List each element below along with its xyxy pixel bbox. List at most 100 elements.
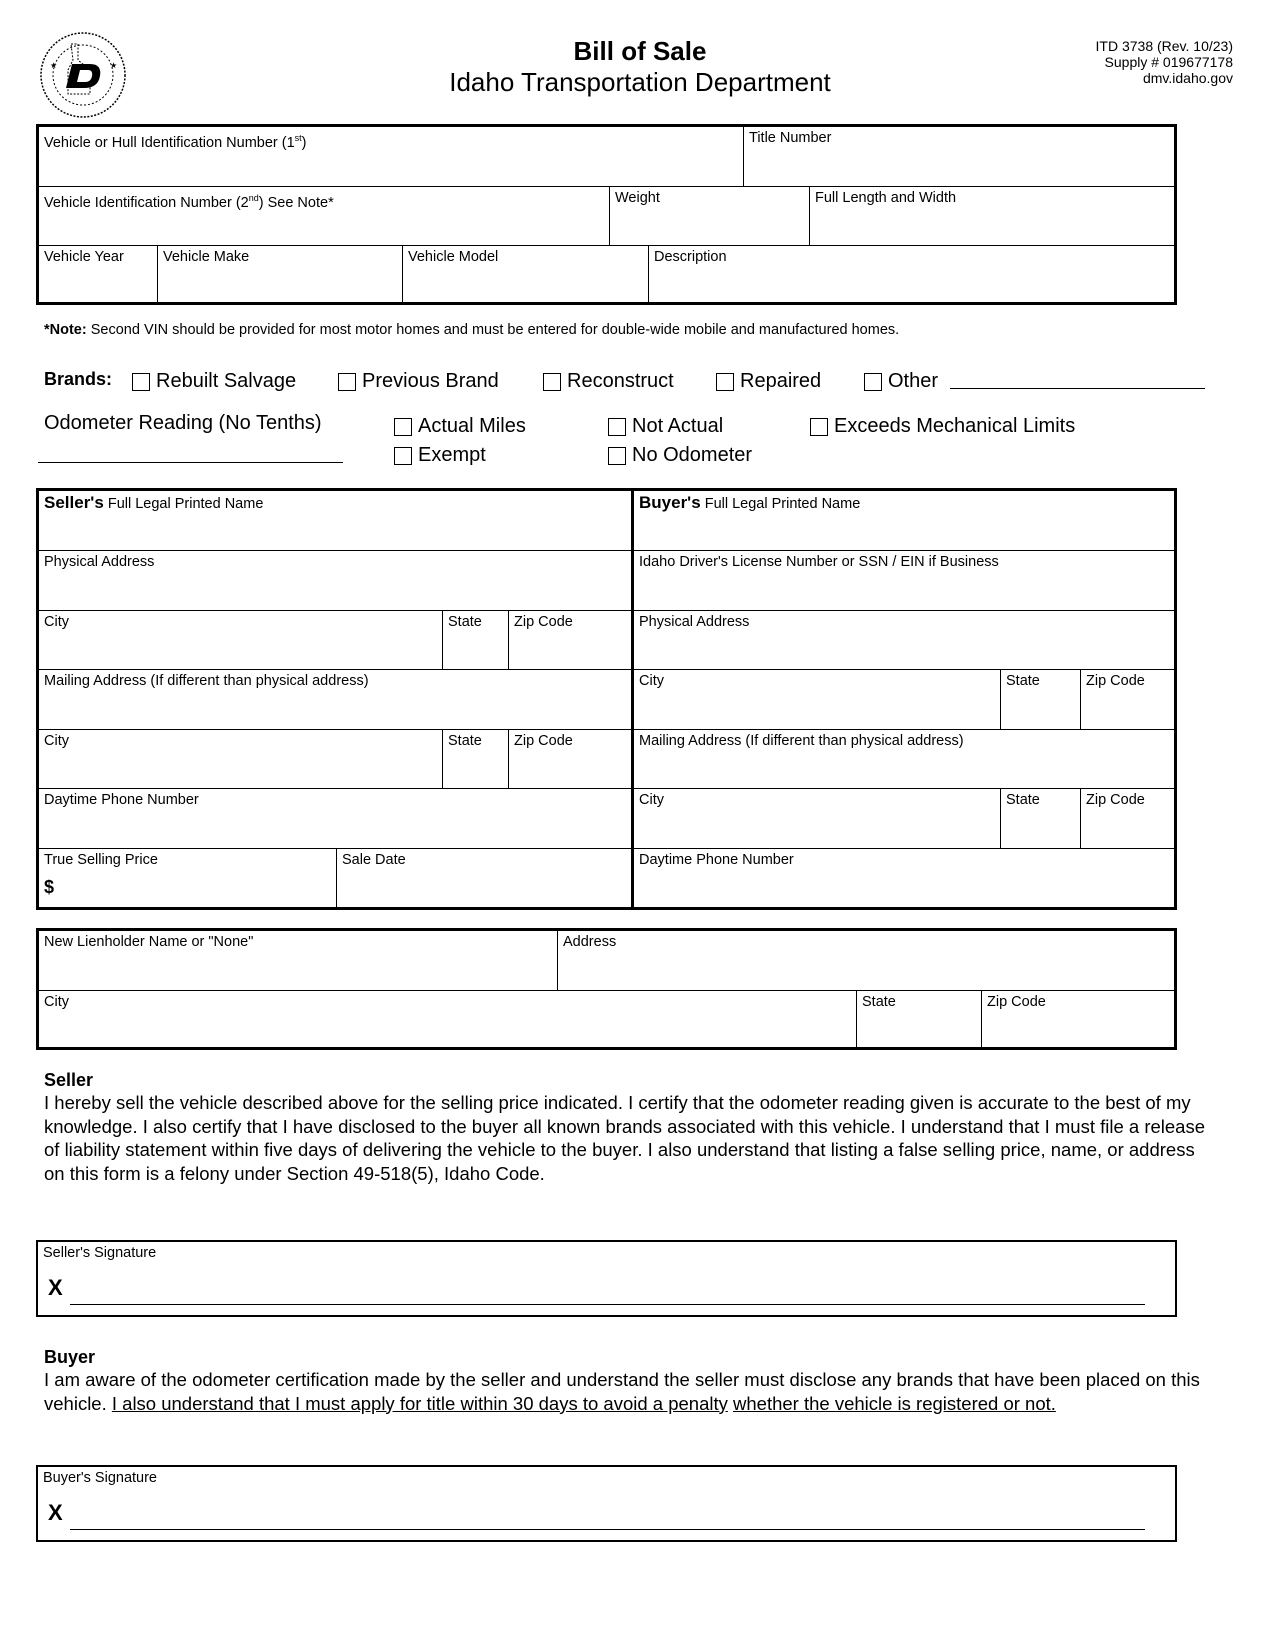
buyer-mailing-state-field[interactable]: State: [1001, 789, 1081, 849]
lienholder-city-field[interactable]: City: [39, 991, 857, 1047]
checkbox-icon[interactable]: [338, 372, 356, 391]
buyer-signature-label: Buyer's Signature: [43, 1470, 157, 1486]
itd-seal-logo: ★ ★: [38, 30, 128, 120]
buyer-state-label: State: [1006, 673, 1040, 689]
checkbox-icon[interactable]: [608, 417, 626, 436]
seller-phone-field[interactable]: Daytime Phone Number: [39, 789, 633, 849]
checkbox-icon[interactable]: [132, 372, 150, 391]
odometer-no-odometer-checkbox[interactable]: No Odometer: [608, 444, 752, 467]
brand-reconstruct-checkbox[interactable]: Reconstruct: [543, 370, 674, 393]
sale-date-label: Sale Date: [342, 852, 406, 868]
seller-physical-address-label: Physical Address: [44, 554, 155, 570]
seller-mailing-city-label: City: [44, 733, 69, 749]
brand-rebuilt-salvage-checkbox[interactable]: Rebuilt Salvage: [132, 370, 296, 393]
checkbox-label: Rebuilt Salvage: [156, 370, 297, 392]
buyer-zip-label: Zip Code: [1086, 673, 1145, 689]
seller-mailing-state-label: State: [448, 733, 482, 749]
buyer-mailing-address-field[interactable]: Mailing Address (If different than physi…: [634, 730, 1174, 789]
sale-date-field[interactable]: Sale Date: [337, 849, 633, 907]
odometer-reading-input-line[interactable]: [38, 462, 343, 463]
brand-repaired-checkbox[interactable]: Repaired: [716, 370, 821, 393]
seller-physical-address-field[interactable]: Physical Address: [39, 551, 633, 611]
vehicle-make-label: Vehicle Make: [163, 249, 250, 265]
buyer-signature-x-mark: X: [48, 1500, 63, 1525]
odometer-exceeds-limits-checkbox[interactable]: Exceeds Mechanical Limits: [810, 415, 1075, 438]
checkbox-label: Exempt: [418, 444, 486, 466]
buyer-physical-address-field[interactable]: Physical Address: [634, 611, 1174, 670]
buyer-cert-heading: Buyer: [44, 1347, 96, 1367]
seller-zip-field[interactable]: Zip Code: [509, 611, 633, 670]
lienholder-city-label: City: [44, 994, 69, 1010]
seller-signature-field[interactable]: Seller's Signature X: [36, 1240, 1177, 1317]
svg-text:★: ★: [110, 61, 117, 70]
lienholder-name-label: New Lienholder Name or "None": [44, 934, 254, 950]
vehicle-year-field[interactable]: Vehicle Year: [39, 246, 158, 302]
odometer-not-actual-checkbox[interactable]: Not Actual: [608, 415, 723, 438]
checkbox-icon[interactable]: [864, 372, 882, 391]
vin2-label: Vehicle Identification Number (2: [44, 194, 249, 211]
buyer-cert-text: I am aware of the odometer certification…: [44, 1368, 1214, 1415]
checkbox-icon[interactable]: [394, 446, 412, 465]
seller-city-field[interactable]: City: [39, 611, 443, 670]
vin2-label-close: ) See Note*: [258, 194, 334, 211]
odometer-exempt-checkbox[interactable]: Exempt: [394, 444, 486, 467]
seller-mailing-zip-field[interactable]: Zip Code: [509, 730, 633, 789]
buyer-cert-registration-note: whether the vehicle is registered or not…: [733, 1392, 1056, 1414]
seller-mailing-city-field[interactable]: City: [39, 730, 443, 789]
description-field[interactable]: Description: [649, 246, 1174, 302]
vehicle-model-field[interactable]: Vehicle Model: [403, 246, 649, 302]
vehicle-year-label: Vehicle Year: [44, 249, 124, 265]
checkbox-icon[interactable]: [608, 446, 626, 465]
buyer-license-field[interactable]: Idaho Driver's License Number or SSN / E…: [634, 551, 1174, 611]
true-selling-price-field[interactable]: True Selling Price $: [39, 849, 337, 907]
seller-mailing-state-field[interactable]: State: [443, 730, 509, 789]
checkbox-label: Not Actual: [632, 415, 724, 437]
length-width-label: Full Length and Width: [815, 190, 957, 206]
checkbox-icon[interactable]: [394, 417, 412, 436]
dollar-sign: $: [44, 877, 55, 897]
seller-zip-label: Zip Code: [514, 614, 573, 630]
lienholder-name-field[interactable]: New Lienholder Name or "None": [39, 931, 558, 991]
brand-previous-brand-checkbox[interactable]: Previous Brand: [338, 370, 499, 393]
website: dmv.idaho.gov: [1142, 70, 1233, 86]
checkbox-icon[interactable]: [543, 372, 561, 391]
checkbox-icon[interactable]: [716, 372, 734, 391]
lienholder-state-label: State: [862, 994, 896, 1010]
vin1-field[interactable]: Vehicle or Hull Identification Number (1…: [39, 127, 744, 187]
buyer-zip-field[interactable]: Zip Code: [1081, 670, 1174, 730]
seller-name-field[interactable]: Seller's Full Legal Printed Name: [39, 491, 633, 551]
weight-field[interactable]: Weight: [610, 187, 810, 246]
buyer-state-field[interactable]: State: [1001, 670, 1081, 730]
lienholder-zip-field[interactable]: Zip Code: [982, 991, 1174, 1047]
seller-signature-line[interactable]: [70, 1304, 1145, 1305]
seller-mailing-address-field[interactable]: Mailing Address (If different than physi…: [39, 670, 633, 730]
buyer-mailing-address-label: Mailing Address (If different than physi…: [639, 733, 964, 749]
seller-state-label: State: [448, 614, 482, 630]
buyer-mailing-zip-field[interactable]: Zip Code: [1081, 789, 1174, 849]
buyer-phone-label: Daytime Phone Number: [639, 852, 794, 868]
buyer-mailing-city-field[interactable]: City: [634, 789, 1001, 849]
buyer-phone-field[interactable]: Daytime Phone Number: [634, 849, 1174, 907]
vehicle-make-field[interactable]: Vehicle Make: [158, 246, 403, 302]
lienholder-address-field[interactable]: Address: [558, 931, 1174, 991]
buyer-mailing-state-label: State: [1006, 792, 1040, 808]
checkbox-icon[interactable]: [810, 417, 828, 436]
note-prefix: *Note:: [44, 322, 87, 338]
odometer-actual-miles-checkbox[interactable]: Actual Miles: [394, 415, 526, 438]
buyer-name-field[interactable]: Buyer's Full Legal Printed Name: [634, 491, 1174, 551]
vin2-superscript: nd: [248, 193, 259, 203]
svg-text:★: ★: [50, 61, 57, 70]
vehicle-model-label: Vehicle Model: [408, 249, 499, 265]
buyer-signature-line[interactable]: [70, 1529, 1145, 1530]
vin2-field[interactable]: Vehicle Identification Number (2nd) See …: [39, 187, 610, 246]
title-number-field[interactable]: Title Number: [744, 127, 1174, 187]
brand-other-checkbox[interactable]: Other: [864, 370, 938, 393]
buyer-city-field[interactable]: City: [634, 670, 1001, 730]
brand-other-input-line[interactable]: [950, 388, 1205, 389]
seller-state-field[interactable]: State: [443, 611, 509, 670]
lienholder-state-field[interactable]: State: [857, 991, 982, 1047]
buyer-signature-field[interactable]: Buyer's Signature X: [36, 1465, 1177, 1542]
length-width-field[interactable]: Full Length and Width: [810, 187, 1174, 246]
buyer-license-label: Idaho Driver's License Number or SSN / E…: [639, 554, 999, 570]
seller-city-label: City: [44, 614, 69, 630]
